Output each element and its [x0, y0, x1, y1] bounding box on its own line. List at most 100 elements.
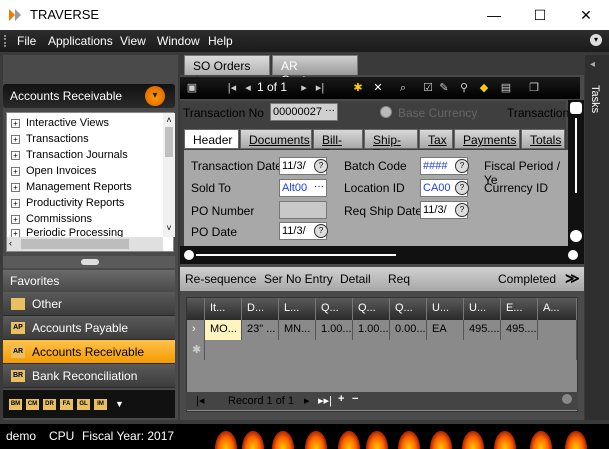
maximize-button[interactable]: ☐: [517, 0, 563, 30]
grid-column-header[interactable]: Q...: [390, 298, 427, 320]
grid-column-header[interactable]: A...: [538, 298, 577, 320]
sold-to-field[interactable]: Alt00 ···: [279, 179, 327, 197]
grid-remove-icon[interactable]: −: [352, 393, 358, 405]
menu-file[interactable]: File: [17, 34, 36, 48]
tree-item-productivity-reports[interactable]: + Productivity Reports: [11, 195, 124, 211]
po-date-calendar-icon[interactable]: ?: [314, 224, 328, 238]
form-horizontal-scrollbar[interactable]: [180, 246, 584, 264]
tree-item-transactions[interactable]: + Transactions: [11, 131, 89, 147]
alert-icon[interactable]: ◆: [476, 80, 492, 96]
grid-column-header[interactable]: L...: [279, 298, 316, 320]
grid-cell[interactable]: EA: [427, 320, 464, 340]
favorite-bank-reconciliation[interactable]: BR Bank Reconciliation: [3, 364, 175, 388]
transaction-no-field[interactable]: 00000027 ···: [270, 103, 338, 121]
ser-no-entry-button[interactable]: Ser No Entry: [264, 272, 333, 286]
cm-module-icon[interactable]: CM: [26, 398, 39, 410]
sold-to-ellipsis-icon[interactable]: ···: [314, 181, 324, 192]
scroll-top-icon[interactable]: [570, 102, 582, 114]
form-hscroll-thumb[interactable]: [196, 254, 396, 256]
tab-payments[interactable]: Payments: [454, 129, 520, 149]
fa-module-icon[interactable]: FA: [60, 398, 73, 410]
tab-bill-to[interactable]: Bill-To: [313, 129, 363, 161]
tab-ship-to[interactable]: Ship-To: [364, 129, 418, 161]
save-icon[interactable]: ▣: [184, 80, 200, 96]
filter-icon[interactable]: ⚲: [456, 80, 472, 96]
grid-last-icon[interactable]: ▸▸|: [318, 394, 332, 407]
tree-item-management-reports[interactable]: + Management Reports: [11, 179, 132, 195]
tab-totals[interactable]: Totals: [521, 129, 565, 149]
completed-button[interactable]: Completed: [498, 272, 556, 286]
copy-icon[interactable]: ❐: [526, 80, 542, 96]
tree-hscroll-thumb[interactable]: [21, 239, 129, 249]
menu-window[interactable]: Window: [157, 34, 200, 48]
grid-scroll-end-icon[interactable]: [562, 394, 572, 404]
grid-cell[interactable]: 1.00...: [316, 320, 353, 340]
favorite-accounts-payable[interactable]: AP Accounts Payable: [3, 316, 175, 340]
tree-horizontal-scrollbar[interactable]: ‹: [7, 237, 163, 251]
grid-cell[interactable]: 1.00...: [353, 320, 390, 340]
scroll-leftmost-icon[interactable]: [184, 250, 194, 260]
more-commands-icon[interactable]: ≫: [565, 270, 580, 287]
grid-cell[interactable]: 0.00...: [390, 320, 427, 340]
calendar-icon[interactable]: ?: [314, 159, 328, 173]
panel-splitter[interactable]: [3, 256, 175, 268]
last-record-icon[interactable]: ▸|: [312, 80, 328, 96]
tasks-sidebar[interactable]: ◂ Tasks: [585, 55, 609, 420]
grid-column-header[interactable]: U...: [464, 298, 501, 320]
req-button[interactable]: Req: [388, 272, 410, 286]
form-vertical-scrollbar[interactable]: [568, 100, 584, 246]
minimize-button[interactable]: —: [471, 0, 517, 30]
location-lookup-icon[interactable]: ?: [455, 181, 469, 195]
splitter-grip-icon[interactable]: [81, 259, 99, 265]
find-icon[interactable]: ⌕: [395, 80, 411, 96]
tree-vertical-scrollbar[interactable]: ˄ ˅: [163, 113, 175, 237]
ship-date-calendar-icon[interactable]: ?: [455, 203, 469, 217]
close-button[interactable]: ✕: [563, 0, 609, 30]
grid-column-header[interactable]: D...: [242, 298, 279, 320]
grid-add-icon[interactable]: +: [338, 393, 344, 405]
po-number-field[interactable]: [279, 201, 327, 219]
menu-view[interactable]: View: [120, 34, 146, 48]
im-module-icon[interactable]: IM: [94, 398, 107, 410]
prev-record-icon[interactable]: ◂: [240, 80, 256, 96]
new-row[interactable]: [205, 340, 577, 360]
tree-item-interactive-views[interactable]: + Interactive Views: [11, 115, 109, 131]
first-record-icon[interactable]: |◂: [224, 80, 240, 96]
tab-header[interactable]: Header: [184, 129, 239, 149]
menu-options-icon[interactable]: ▾: [590, 34, 602, 46]
tab-tax[interactable]: Tax: [419, 129, 453, 149]
print-icon[interactable]: ▤: [498, 80, 514, 96]
menu-help[interactable]: Help: [208, 34, 233, 48]
delete-icon[interactable]: ✕: [370, 80, 386, 96]
gl-module-icon[interactable]: GL: [77, 398, 90, 410]
lookup-ellipsis-icon[interactable]: ···: [325, 105, 335, 116]
batch-lookup-icon[interactable]: ?: [455, 159, 469, 173]
tab-documents[interactable]: Documents: [240, 129, 312, 149]
tab-ar-customers[interactable]: AR Customers: [272, 55, 358, 87]
tree-item-open-invoices[interactable]: + Open Invoices: [11, 163, 96, 179]
resequence-button[interactable]: Re-sequence: [185, 272, 256, 286]
next-record-icon[interactable]: ▸: [296, 80, 312, 96]
check-icon[interactable]: ☑: [420, 80, 436, 96]
grid-cell[interactable]: [538, 320, 577, 340]
favorite-accounts-receivable[interactable]: AR Accounts Receivable: [3, 340, 175, 364]
grid-column-header[interactable]: U...: [427, 298, 464, 320]
dr-module-icon[interactable]: DR: [43, 398, 56, 410]
scroll-left-icon[interactable]: ‹: [9, 238, 12, 248]
base-currency-checkbox[interactable]: [380, 106, 392, 118]
pin-icon[interactable]: ◂: [590, 59, 604, 73]
more-modules-icon[interactable]: ▼: [115, 399, 124, 409]
tasks-label[interactable]: Tasks: [589, 85, 601, 113]
scroll-up-icon[interactable]: ˄: [164, 115, 174, 125]
scroll-bottom-icon[interactable]: [570, 230, 582, 242]
tab-so-orders[interactable]: SO Orders ✲: [184, 55, 270, 87]
new-row-icon[interactable]: ✱: [187, 340, 205, 360]
scroll-rightmost-icon[interactable]: [568, 250, 578, 260]
bm-module-icon[interactable]: BM: [9, 398, 22, 410]
grid-column-header[interactable]: E...: [501, 298, 538, 320]
grid-cell[interactable]: 23" ...: [242, 320, 279, 340]
grid-cell[interactable]: MO...: [205, 320, 242, 340]
row-selector-icon[interactable]: ›: [187, 320, 205, 340]
tree-scroll-thumb[interactable]: [165, 127, 173, 157]
form-scroll-track[interactable]: [575, 118, 577, 193]
